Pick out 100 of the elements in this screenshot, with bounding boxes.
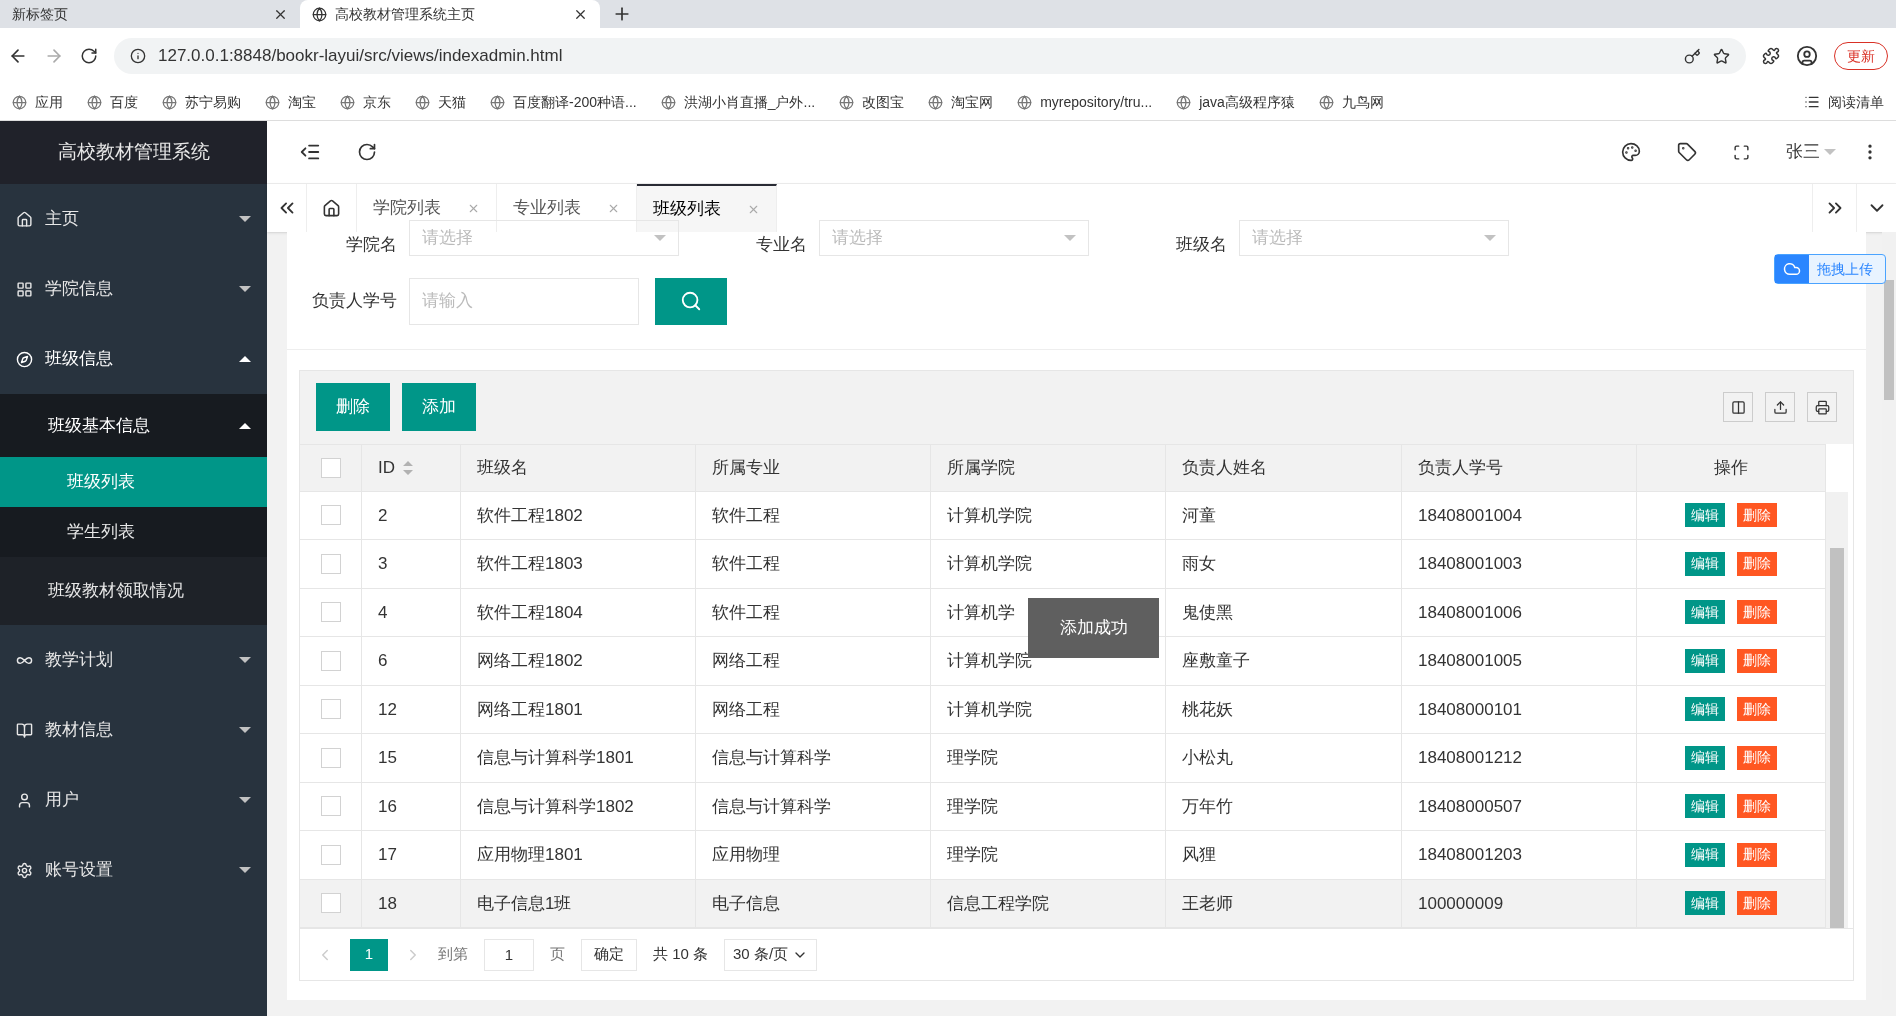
table-cell-text: 计算机学院: [947, 553, 1032, 575]
print-button[interactable]: [1807, 392, 1837, 422]
add-button[interactable]: 添加: [402, 383, 476, 431]
checkbox[interactable]: [320, 844, 341, 865]
edit-button[interactable]: 编辑: [1685, 648, 1725, 673]
confirm-button[interactable]: 确定: [581, 938, 637, 971]
extensions-icon[interactable]: [1762, 47, 1780, 65]
sidebar-label: 教学计划: [45, 649, 114, 672]
refresh-icon[interactable]: [357, 142, 377, 162]
edit-button[interactable]: 编辑: [1685, 842, 1725, 867]
sidebar-label: 学院信息: [45, 278, 114, 301]
profile-icon[interactable]: [1796, 45, 1818, 67]
table-row[interactable]: 16 信息与计算科学1802 信息与计算科学 理学院 万年竹 18408000507 编辑 删除: [300, 782, 1826, 831]
bookmark-link[interactable]: java高级程序猿: [1199, 91, 1295, 113]
sidebar-item[interactable]: 教学计划: [0, 625, 267, 695]
bookmark-link[interactable]: 洪湖小肖直播_户外...: [683, 91, 816, 113]
sort-icon[interactable]: [403, 460, 413, 475]
bookmark-link[interactable]: 百度: [110, 91, 138, 113]
edit-button[interactable]: 编辑: [1685, 551, 1725, 576]
bookmark-link[interactable]: 淘宝: [288, 91, 316, 113]
bookmark-link[interactable]: 改图宝: [862, 91, 905, 113]
reading-list-link[interactable]: 阅读清单: [1828, 91, 1884, 113]
edit-button[interactable]: 编辑: [1685, 891, 1725, 916]
browser-tab[interactable]: 高校教材管理系统主页: [300, 0, 600, 28]
bookmark-link[interactable]: 应用: [35, 91, 63, 113]
caret-down-icon: [1064, 234, 1076, 241]
sidebar-label: 班级基本信息: [48, 414, 151, 437]
page-tab[interactable]: 班级列表: [637, 184, 777, 232]
page-size-select[interactable]: 30 条/页: [724, 938, 818, 971]
compass-icon: [16, 350, 33, 368]
sidebar-item[interactable]: 班级信息: [0, 324, 267, 394]
sidebar-subitem[interactable]: 学生列表: [0, 507, 267, 557]
edit-button[interactable]: 编辑: [1685, 794, 1725, 819]
checkbox[interactable]: [320, 893, 341, 914]
caret-down-icon: [1824, 149, 1836, 155]
table-cell-text: 风狸: [1182, 844, 1216, 866]
checkbox[interactable]: [320, 602, 341, 623]
table-cell-text: 3: [378, 553, 388, 575]
table-scrollbar[interactable]: [1826, 491, 1848, 928]
export-button[interactable]: [1765, 392, 1795, 422]
checkbox[interactable]: [320, 650, 341, 671]
table-row[interactable]: 3 软件工程1803 软件工程 计算机学院 雨女 18408001003 编辑 删除: [300, 540, 1826, 589]
sidebar-subitem[interactable]: 班级基本信息: [0, 394, 267, 457]
table-row[interactable]: 15 信息与计算科学1801 信息与计算科学 理学院 小松丸 18408001212 编辑 删除: [300, 734, 1826, 783]
sidebar-item[interactable]: 账号设置: [0, 835, 267, 905]
checkbox[interactable]: [320, 699, 341, 720]
reload-icon[interactable]: [80, 47, 98, 65]
bookmark-link[interactable]: 京东: [363, 91, 391, 113]
delete-button[interactable]: 删除: [316, 383, 390, 431]
sidebar-item[interactable]: 用户: [0, 765, 267, 835]
bookmark-link[interactable]: myrepository/tru...: [1040, 91, 1153, 113]
columns-button[interactable]: [1723, 392, 1753, 422]
table-row[interactable]: 17 应用物理1801 应用物理 理学院 风狸 18408001203 编辑 删除: [300, 831, 1826, 880]
user-name[interactable]: 张三: [1786, 139, 1820, 165]
sidebar-label: 主页: [45, 208, 80, 231]
reading-list-icon: [1804, 94, 1820, 110]
url-field[interactable]: 127.0.0.1:8848/bookr-layui/src/views/indexadmin.html: [114, 38, 1746, 74]
bookmark-icon: [1318, 94, 1334, 110]
url-text: 127.0.0.1:8848/bookr-layui/src/views/indexadmin.html: [158, 45, 564, 68]
table-cell-text: 软件工程1803: [477, 553, 583, 575]
tag-icon[interactable]: [1677, 142, 1697, 162]
edit-button[interactable]: 编辑: [1685, 697, 1725, 722]
page-input[interactable]: 1: [484, 938, 534, 971]
bookmark-icon: [162, 94, 177, 110]
sidebar-item[interactable]: 主页: [0, 184, 267, 254]
table-cell-text: 应用物理1801: [477, 844, 583, 866]
table-row[interactable]: 12 网络工程1801 网络工程 计算机学院 桃花妖 18408000101 编辑 删除: [300, 685, 1826, 734]
table-row[interactable]: 2 软件工程1802 软件工程 计算机学院 河童 18408001004 编辑 删除: [300, 491, 1826, 540]
bookmark-icon: [340, 94, 355, 110]
input-field[interactable]: 请输入: [409, 277, 639, 325]
table-row[interactable]: 18 电子信息1班 电子信息 信息工程学院 王老师 100000009 编辑 删除: [300, 879, 1826, 928]
star-icon[interactable]: [1713, 47, 1730, 65]
checkbox[interactable]: [320, 505, 341, 526]
checkbox[interactable]: [320, 747, 341, 768]
edit-button[interactable]: 编辑: [1685, 600, 1725, 625]
edit-button[interactable]: 编辑: [1685, 503, 1725, 528]
palette-icon[interactable]: [1621, 142, 1641, 162]
checkbox[interactable]: [320, 553, 341, 574]
sidebar-item[interactable]: 学院信息: [0, 254, 267, 324]
column-header: 操作: [1714, 456, 1748, 479]
sidebar-subitem[interactable]: 班级列表: [0, 457, 267, 507]
table-cell-text: 应用物理: [712, 844, 780, 866]
table-cell-text: 计算机学院: [947, 698, 1032, 721]
table-cell-text: 软件工程: [712, 601, 780, 624]
bookmark-link[interactable]: 苏宁易购: [185, 91, 241, 113]
table-cell-text: 18408000101: [1418, 698, 1522, 721]
bookmark-link[interactable]: 九鸟网: [1341, 91, 1384, 113]
checkbox[interactable]: [320, 457, 341, 478]
bookmark-link[interactable]: 百度翻译-200种语...: [513, 91, 637, 113]
bookmark-link[interactable]: 淘宝网: [951, 91, 994, 113]
bookmark-link[interactable]: 天猫: [438, 91, 466, 113]
sidebar-item[interactable]: 教材信息: [0, 695, 267, 765]
current-page[interactable]: 1: [350, 938, 388, 971]
edit-button[interactable]: 编辑: [1685, 745, 1725, 770]
search-button[interactable]: [655, 277, 727, 325]
bookmark-icon: [660, 94, 676, 110]
fullscreen-icon[interactable]: [1733, 143, 1750, 161]
sidebar-subitem[interactable]: 班级教材领取情况: [0, 557, 267, 625]
table-cell-text: 软件工程1804: [477, 601, 583, 624]
checkbox[interactable]: [320, 796, 341, 817]
